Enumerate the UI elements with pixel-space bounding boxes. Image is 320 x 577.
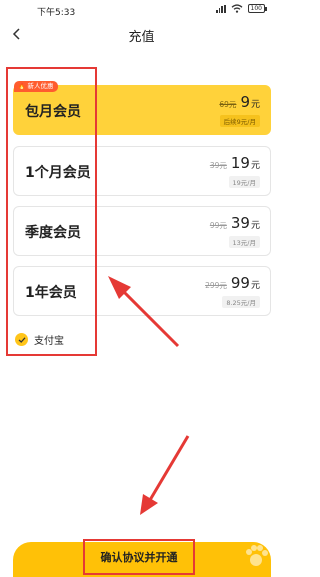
new-user-badge: 🔥 新人优惠	[14, 81, 59, 92]
badge-label: 新人优惠	[27, 82, 54, 90]
price-value: 99	[230, 274, 250, 292]
battery-icon: 100	[247, 4, 268, 13]
checkmark-icon	[15, 333, 28, 346]
per-month-price: 19元/月	[228, 176, 260, 188]
original-price: 99元	[209, 221, 227, 230]
price-unit: 元	[250, 221, 260, 231]
plan-card-monthly-subscription[interactable]: 包月会员 69元 9元 后续9元/月	[13, 85, 271, 135]
fire-icon: 🔥	[18, 83, 26, 90]
plan-card-1-month[interactable]: 1个月会员 39元 19元 19元/月	[13, 146, 271, 196]
price-value: 19	[230, 154, 250, 172]
wifi-icon	[231, 4, 242, 13]
price-unit: 元	[250, 281, 260, 291]
original-price: 39元	[209, 161, 227, 170]
price-row: 39元 19元	[210, 154, 260, 172]
status-time: 下午5:33	[37, 8, 76, 18]
price-unit: 元	[250, 161, 260, 171]
plan-name: 季度会员	[25, 225, 81, 241]
status-icons: 100	[216, 4, 268, 13]
price-value: 9	[240, 93, 250, 111]
plan-name: 1个月会员	[25, 165, 91, 181]
plan-card-1-year[interactable]: 1年会员 299元 99元 8.25元/月	[13, 266, 271, 316]
current-price: 9元	[240, 93, 260, 111]
price-value: 39	[230, 214, 250, 232]
per-month-price: 13元/月	[228, 236, 260, 248]
confirm-agreement-button[interactable]: 确认协议并开通	[83, 539, 195, 575]
per-month-price: 8.25元/月	[222, 296, 260, 308]
price-unit: 元	[250, 100, 260, 110]
plan-name: 包月会员	[25, 104, 81, 120]
original-price: 299元	[205, 281, 227, 290]
per-month-price: 后续9元/月	[219, 115, 260, 127]
arrow-to-confirm	[140, 435, 190, 515]
payment-method-alipay[interactable]: 支付宝	[15, 332, 64, 347]
plan-name: 1年会员	[25, 285, 77, 301]
price-row: 299元 99元	[205, 274, 260, 292]
paw-icon	[246, 545, 268, 566]
original-price: 69元	[219, 100, 237, 109]
price-row: 99元 39元	[210, 214, 260, 232]
signal-icon	[216, 4, 226, 13]
current-price: 19元	[231, 154, 260, 172]
status-bar: 下午5:33 100	[0, 0, 283, 22]
header: 充值	[0, 22, 283, 48]
current-price: 99元	[231, 274, 260, 292]
current-price: 39元	[231, 214, 260, 232]
payment-label: 支付宝	[34, 336, 64, 347]
page-title: 充值	[128, 30, 155, 45]
plan-card-quarterly[interactable]: 季度会员 99元 39元 13元/月	[13, 206, 271, 256]
price-row: 69元 9元	[219, 93, 260, 111]
